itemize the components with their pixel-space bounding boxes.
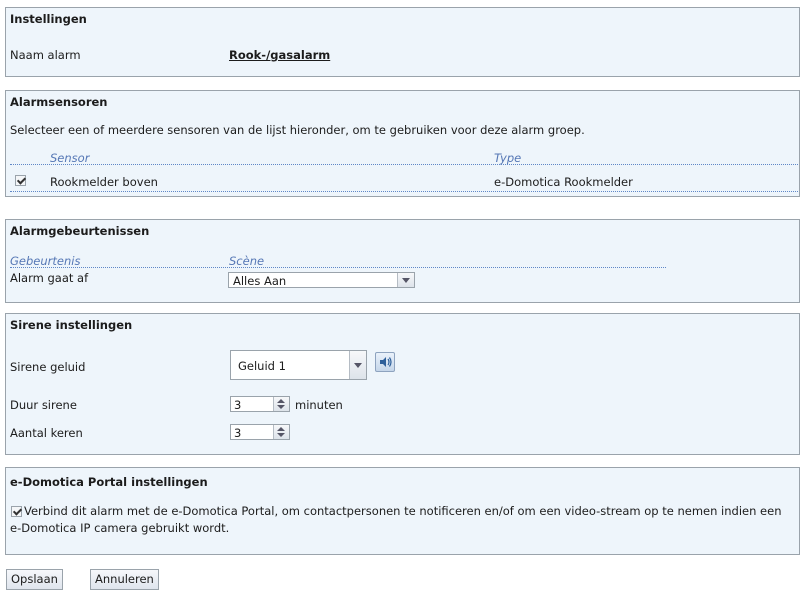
stepper-arrows-icon[interactable]	[273, 397, 289, 411]
siren-title: Sirene instellingen	[10, 318, 133, 332]
chevron-down-icon[interactable]	[349, 351, 366, 379]
settings-title: Instellingen	[10, 12, 87, 26]
scene-column-header: Scène	[229, 254, 265, 268]
portal-panel: e-Domotica Portal instellingen Verbind d…	[5, 467, 800, 555]
alarm-name-value[interactable]: Rook-/gasalarm	[229, 48, 330, 62]
siren-panel: Sirene instellingen Sirene geluid Geluid…	[5, 313, 800, 455]
siren-duration-value: 3	[234, 398, 242, 412]
siren-sound-value: Geluid 1	[238, 359, 286, 373]
row-divider	[10, 191, 798, 192]
events-panel: Alarmgebeurtenissen Gebeurtenis Scène Al…	[5, 219, 800, 303]
portal-title: e-Domotica Portal instellingen	[10, 475, 208, 489]
sensors-title: Alarmsensoren	[10, 95, 108, 109]
stepper-arrows-icon[interactable]	[273, 425, 289, 439]
sensor-name: Rookmelder boven	[50, 175, 158, 189]
siren-sound-label: Sirene geluid	[10, 360, 86, 374]
portal-description: Verbind dit alarm met de e-Domotica Port…	[10, 504, 782, 535]
sensor-column-header: Sensor	[50, 151, 90, 165]
siren-count-stepper[interactable]: 3	[230, 424, 290, 440]
siren-duration-unit: minuten	[295, 398, 343, 412]
sensor-checkbox[interactable]	[15, 175, 26, 186]
cancel-button[interactable]: Annuleren	[90, 569, 159, 590]
event-column-header: Gebeurtenis	[10, 254, 81, 268]
settings-panel: Instellingen Naam alarm Rook-/gasalarm	[5, 7, 800, 77]
event-name: Alarm gaat af	[10, 271, 89, 285]
chevron-down-icon[interactable]	[397, 273, 414, 287]
speaker-icon[interactable]	[375, 352, 395, 372]
alarm-name-label: Naam alarm	[10, 48, 81, 62]
header-divider	[10, 164, 798, 165]
events-title: Alarmgebeurtenissen	[10, 224, 150, 238]
siren-duration-label: Duur sirene	[10, 398, 77, 412]
sensor-type: e-Domotica Rookmelder	[494, 175, 633, 189]
siren-count-value: 3	[234, 426, 242, 440]
type-column-header: Type	[494, 151, 522, 165]
scene-select-value: Alles Aan	[233, 274, 287, 288]
save-button[interactable]: Opslaan	[6, 569, 63, 590]
events-header-divider	[10, 267, 666, 268]
scene-select[interactable]: Alles Aan	[228, 272, 415, 288]
sensors-description: Selecteer een of meerdere sensoren van d…	[10, 123, 585, 137]
siren-duration-stepper[interactable]: 3	[230, 396, 290, 412]
siren-count-label: Aantal keren	[10, 426, 83, 440]
siren-sound-select[interactable]: Geluid 1	[230, 350, 367, 380]
sensors-panel: Alarmsensoren Selecteer een of meerdere …	[5, 90, 800, 197]
